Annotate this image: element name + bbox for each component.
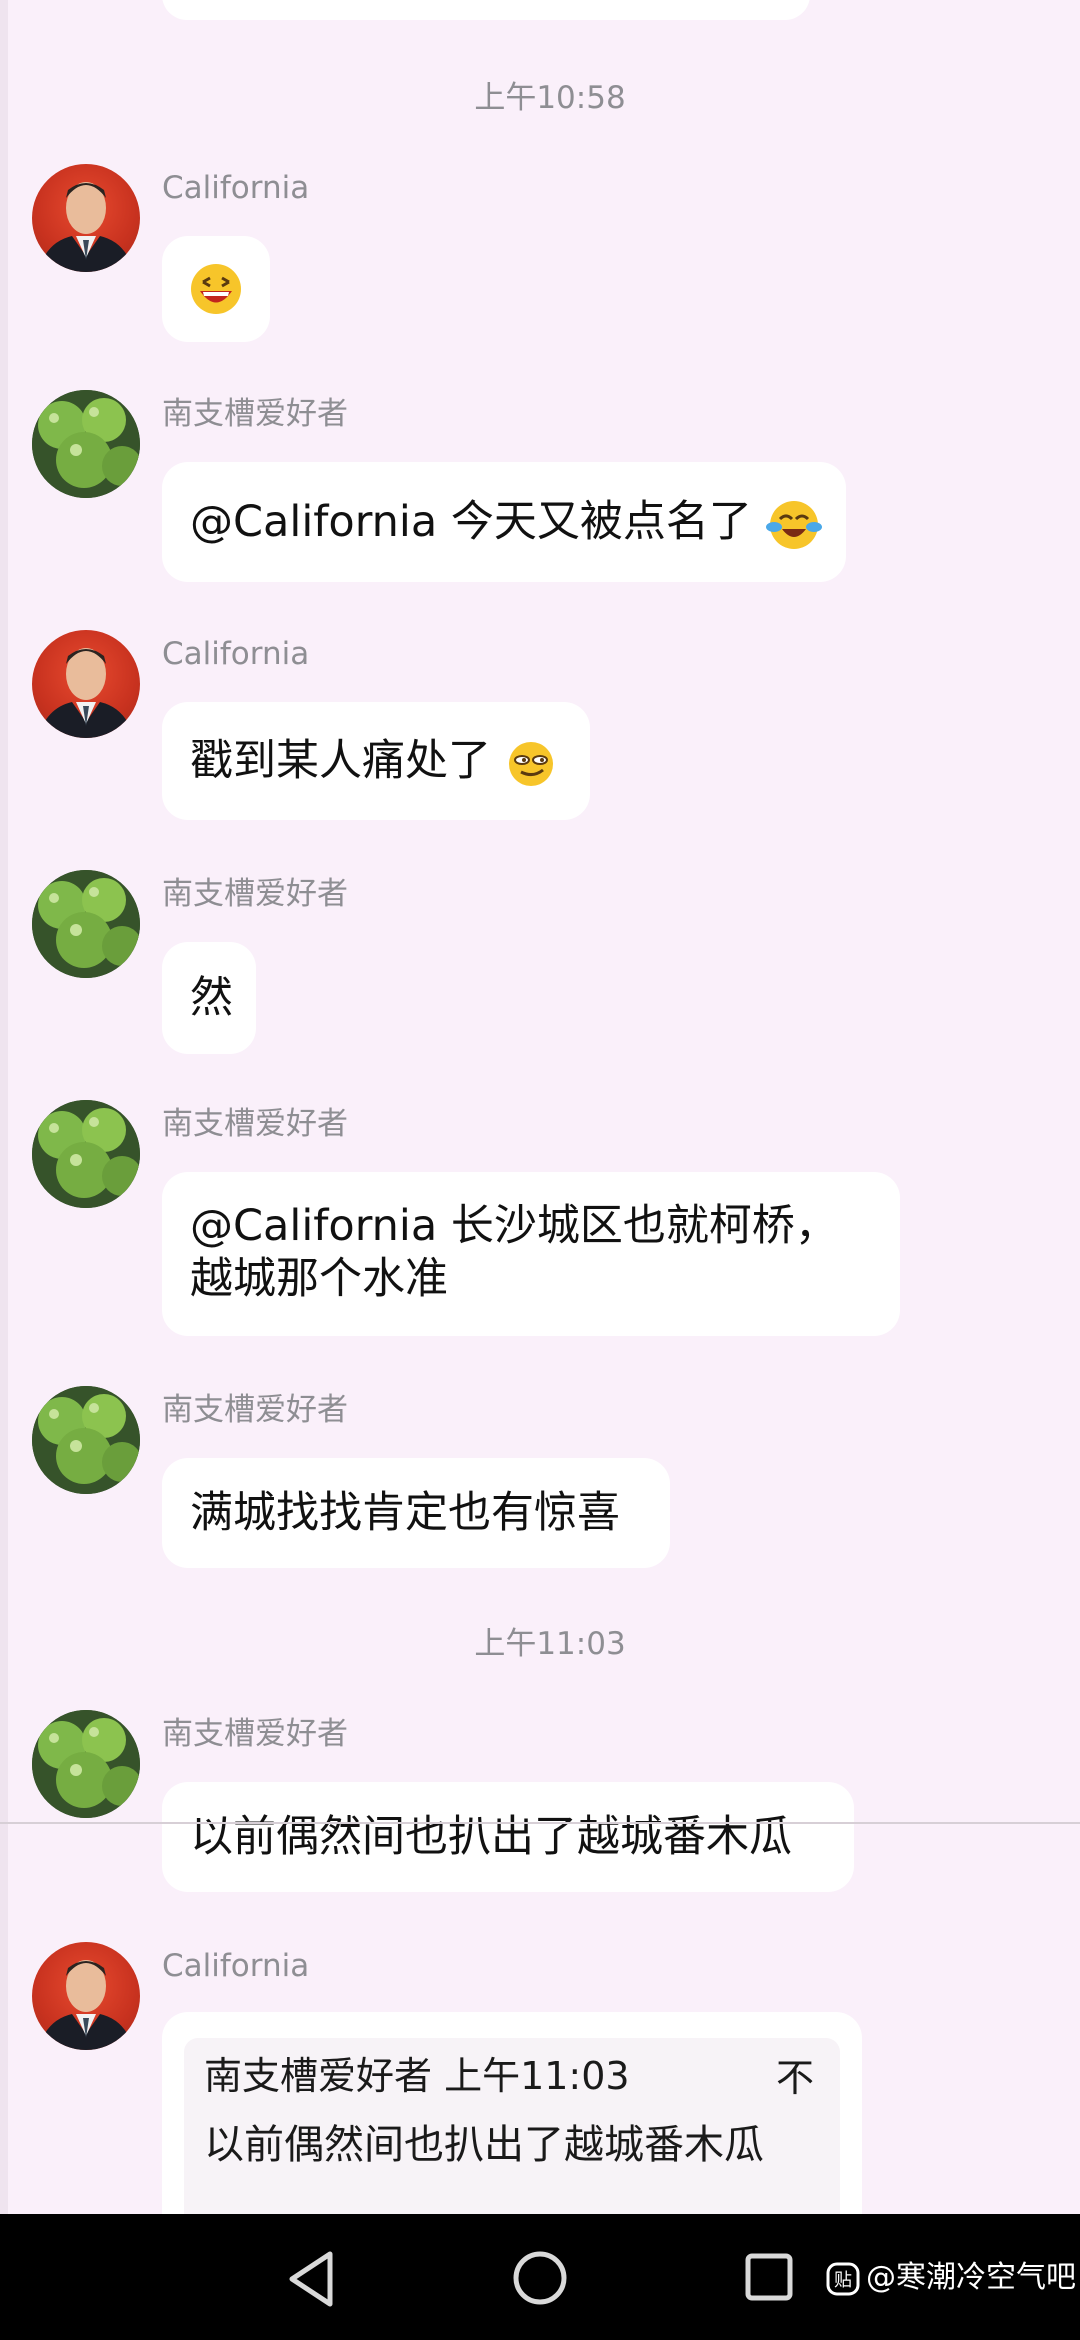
message-bubble[interactable]: 南支槽爱好者 上午11:03 不 以前偶然间也扒出了越城番木瓜 [162, 2012, 862, 2214]
sender-name: California [162, 170, 310, 206]
message-bubble[interactable] [162, 236, 270, 342]
smirk-emoji-icon [508, 741, 553, 786]
chat-edge [0, 0, 8, 2214]
sender-name: 南支槽爱好者 [162, 396, 348, 432]
divider-line [0, 1822, 1080, 1824]
message-bubble[interactable]: 然 [162, 942, 256, 1054]
sender-name: California [162, 636, 310, 672]
message-text: 然 [190, 973, 233, 1023]
message-text: 以前偶然间也扒出了越城番木瓜 [190, 1812, 792, 1862]
message-bubble[interactable]: 满城找找肯定也有惊喜 [162, 1458, 670, 1568]
partial-message-bubble[interactable] [162, 0, 810, 20]
sender-name: 南支槽爱好者 [162, 1106, 348, 1142]
avatar-nanzhicao[interactable] [32, 1100, 140, 1208]
quoted-message[interactable]: 南支槽爱好者 上午11:03 不 以前偶然间也扒出了越城番木瓜 [184, 2038, 840, 2214]
sender-name: 南支槽爱好者 [162, 876, 348, 912]
message-bubble[interactable]: 戳到某人痛处了 [162, 702, 590, 820]
sender-name: 南支槽爱好者 [162, 1392, 348, 1428]
timestamp: 上午11:03 [474, 1626, 626, 1662]
message-text: @California 今天又被点名了 [190, 497, 752, 547]
message-bubble[interactable]: 以前偶然间也扒出了越城番木瓜 [162, 1782, 854, 1892]
quote-text: 以前偶然间也扒出了越城番木瓜 [204, 2122, 764, 2168]
system-navigation-bar: 贴 @寒潮冷空气吧 [0, 2214, 1080, 2340]
watermark-text: @寒潮冷空气吧 [866, 2260, 1076, 2295]
message-bubble[interactable]: @California 今天又被点名了 [162, 462, 846, 582]
quote-header: 南支槽爱好者 上午11:03 [204, 2054, 630, 2098]
recents-icon[interactable] [744, 2252, 794, 2302]
tears-of-joy-emoji-icon [765, 500, 822, 549]
avatar-nanzhicao[interactable] [32, 1710, 140, 1818]
message-text-line: 越城那个水准 [190, 1254, 448, 1304]
sender-name: 南支槽爱好者 [162, 1716, 348, 1752]
grinning-emoji-icon [191, 264, 241, 314]
quote-action[interactable]: 不 [776, 2054, 814, 2102]
home-icon[interactable] [512, 2250, 568, 2306]
avatar-nanzhicao[interactable] [32, 1386, 140, 1494]
timestamp: 上午10:58 [474, 80, 626, 116]
back-icon[interactable] [284, 2250, 338, 2308]
avatar-california[interactable] [32, 164, 140, 272]
message-text: 满城找找肯定也有惊喜 [190, 1488, 620, 1538]
message-text: 戳到某人痛处了 [190, 736, 491, 786]
chat-area[interactable]: 上午10:58 California 南支槽爱好者 @California 今天… [0, 0, 1080, 2214]
sender-name: California [162, 1948, 310, 1984]
avatar-nanzhicao[interactable] [32, 870, 140, 978]
message-text-line: @California 长沙城区也就柯桥， [190, 1201, 838, 1251]
svg-text:贴: 贴 [834, 2270, 852, 2291]
message-bubble[interactable]: @California 长沙城区也就柯桥， 越城那个水准 [162, 1172, 900, 1336]
avatar-california[interactable] [32, 1942, 140, 2050]
tieba-logo-icon: 贴 [826, 2262, 860, 2296]
avatar-california[interactable] [32, 630, 140, 738]
avatar-nanzhicao[interactable] [32, 390, 140, 498]
